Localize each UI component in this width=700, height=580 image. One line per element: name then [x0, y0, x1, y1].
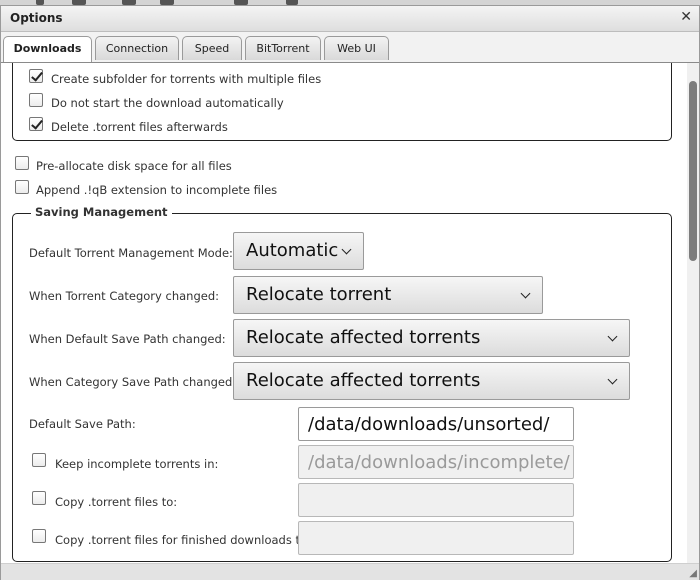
copy-finished-torrent-files-path-input[interactable] [298, 521, 574, 555]
category-changed-value: Relocate torrent [246, 284, 392, 305]
dialog-title: Options [10, 11, 63, 25]
do-not-start-checkbox[interactable] [29, 93, 43, 107]
category-changed-label: When Torrent Category changed: [29, 289, 219, 303]
saving-management-legend: Saving Management [31, 205, 172, 219]
downloads-panel: Create subfolder for torrents with multi… [1, 63, 687, 563]
category-changed-select[interactable]: Relocate torrent [233, 276, 543, 314]
chevron-down-icon [520, 288, 531, 299]
preallocate-label: Pre-allocate disk space for all files [36, 159, 232, 173]
copy-torrent-files-checkbox[interactable] [32, 491, 46, 505]
append-extension-label: Append .!qB extension to incomplete file… [36, 183, 278, 197]
append-extension-checkbox[interactable] [15, 180, 29, 194]
management-mode-select[interactable]: Automatic [233, 232, 364, 270]
management-mode-label: Default Torrent Management Mode: [29, 246, 233, 260]
chevron-down-icon [341, 244, 352, 255]
close-icon[interactable]: ✕ [680, 9, 692, 25]
keep-incomplete-checkbox[interactable] [32, 453, 46, 467]
tab-web-ui[interactable]: Web UI [324, 36, 389, 60]
category-path-changed-label: When Category Save Path changed: [29, 375, 237, 389]
default-save-path-input[interactable]: /data/downloads/unsorted/ [298, 407, 574, 441]
dialog-footer-bar: ◢ [1, 563, 699, 580]
default-path-changed-label: When Default Save Path changed: [29, 332, 226, 346]
tab-bittorrent[interactable]: BitTorrent [245, 36, 321, 60]
scrollbar-thumb[interactable] [689, 81, 697, 261]
delete-torrent-files-label: Delete .torrent files afterwards [51, 120, 228, 134]
default-save-path-value: /data/downloads/unsorted/ [308, 414, 550, 435]
default-save-path-label: Default Save Path: [29, 417, 136, 431]
chevron-down-icon [607, 374, 618, 385]
do-not-start-label: Do not start the download automatically [51, 96, 284, 110]
create-subfolder-checkbox[interactable] [29, 69, 43, 83]
category-path-changed-value: Relocate affected torrents [246, 370, 481, 391]
delete-torrent-files-checkbox[interactable] [29, 117, 43, 131]
options-dialog: Options ✕ Downloads Connection Speed Bit… [0, 5, 700, 580]
keep-incomplete-label: Keep incomplete torrents in: [55, 457, 219, 471]
dialog-titlebar[interactable]: Options ✕ [1, 6, 699, 32]
default-path-changed-value: Relocate affected torrents [246, 327, 481, 348]
tab-bar: Downloads Connection Speed BitTorrent We… [1, 32, 699, 63]
resize-grip-icon[interactable]: ◢ [689, 568, 697, 579]
tab-speed[interactable]: Speed [182, 36, 242, 60]
preallocate-checkbox[interactable] [15, 156, 29, 170]
management-mode-value: Automatic [246, 240, 339, 261]
vertical-scrollbar[interactable] [687, 63, 699, 563]
copy-torrent-files-path-input[interactable] [298, 483, 574, 517]
copy-torrent-files-label: Copy .torrent files to: [55, 495, 178, 509]
copy-finished-torrent-files-label: Copy .torrent files for finished downloa… [55, 533, 311, 547]
default-path-changed-select[interactable]: Relocate affected torrents [233, 319, 630, 357]
copy-finished-torrent-files-checkbox[interactable] [32, 529, 46, 543]
keep-incomplete-path-value: /data/downloads/incomplete/ [308, 452, 570, 473]
tab-downloads[interactable]: Downloads [3, 36, 92, 62]
tab-connection[interactable]: Connection [95, 36, 179, 60]
chevron-down-icon [607, 331, 618, 342]
create-subfolder-label: Create subfolder for torrents with multi… [51, 72, 322, 86]
category-path-changed-select[interactable]: Relocate affected torrents [233, 362, 630, 400]
keep-incomplete-path-input[interactable]: /data/downloads/incomplete/ [298, 445, 574, 479]
